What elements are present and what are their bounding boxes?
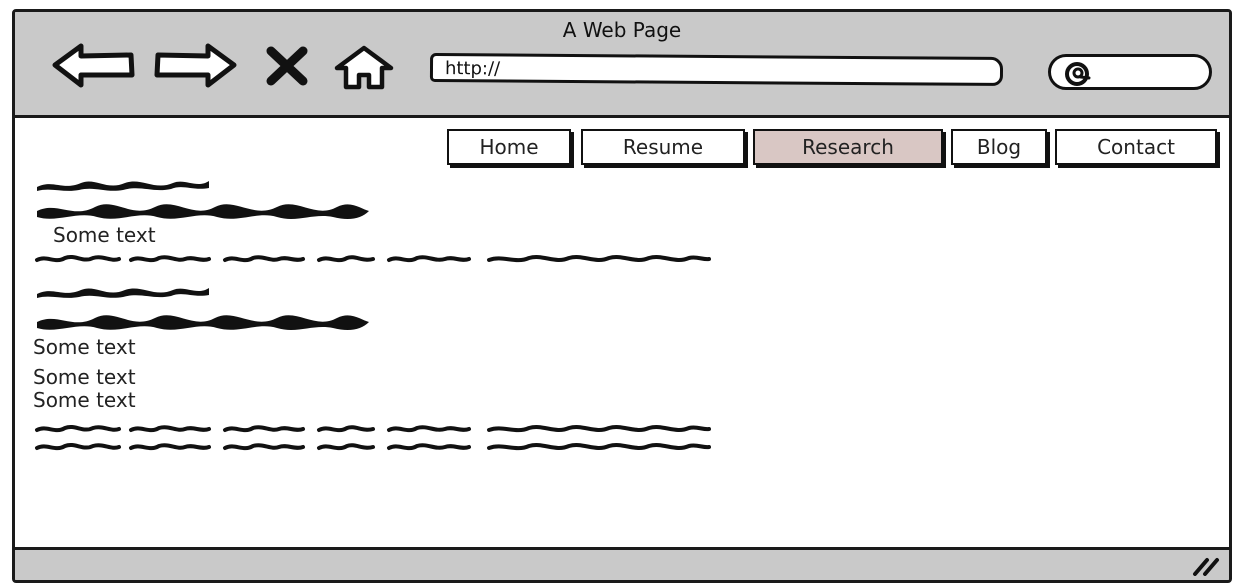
browser-toolbar: A Web Page http:// <box>15 12 1229 118</box>
browser-window: A Web Page http:// Home Resume Research … <box>12 9 1232 583</box>
tab-research[interactable]: Research <box>753 129 943 165</box>
home-button[interactable] <box>333 44 395 90</box>
forward-button[interactable] <box>152 42 238 88</box>
back-button[interactable] <box>51 42 137 88</box>
stop-button[interactable] <box>265 46 309 92</box>
close-icon <box>266 46 308 86</box>
arrow-right-icon <box>154 43 237 88</box>
address-bar-value: http:// <box>444 58 501 80</box>
search-icon <box>1065 62 1091 86</box>
tab-label: Blog <box>976 135 1022 159</box>
body-text: Some text <box>33 388 136 412</box>
address-bar[interactable]: http:// <box>429 53 1004 86</box>
body-text: Some text <box>33 335 136 359</box>
scribble-paragraph-line <box>35 425 711 433</box>
tab-resume[interactable]: Resume <box>581 129 745 165</box>
tab-label: Research <box>802 135 894 159</box>
body-text: Some text <box>53 223 156 247</box>
tab-label: Home <box>479 135 539 159</box>
tab-blog[interactable]: Blog <box>951 129 1047 165</box>
window-title: A Web Page <box>562 18 682 42</box>
body-text: Some text <box>33 365 136 389</box>
tab-home[interactable]: Home <box>447 129 571 165</box>
home-icon <box>334 45 394 90</box>
scribble-subheading <box>37 288 209 298</box>
search-field[interactable] <box>1048 54 1212 90</box>
scribble-heading <box>37 204 369 219</box>
arrow-left-icon <box>52 43 135 88</box>
tab-label: Contact <box>1097 135 1175 159</box>
scribble-paragraph-line <box>35 255 711 263</box>
scribble-heading <box>37 315 369 330</box>
tab-contact[interactable]: Contact <box>1055 129 1217 165</box>
resize-grip-icon[interactable] <box>1191 556 1221 576</box>
scribble-paragraph-line <box>35 443 711 451</box>
tab-label: Resume <box>622 135 704 159</box>
status-bar <box>15 547 1229 580</box>
scribble-subheading <box>37 181 209 191</box>
